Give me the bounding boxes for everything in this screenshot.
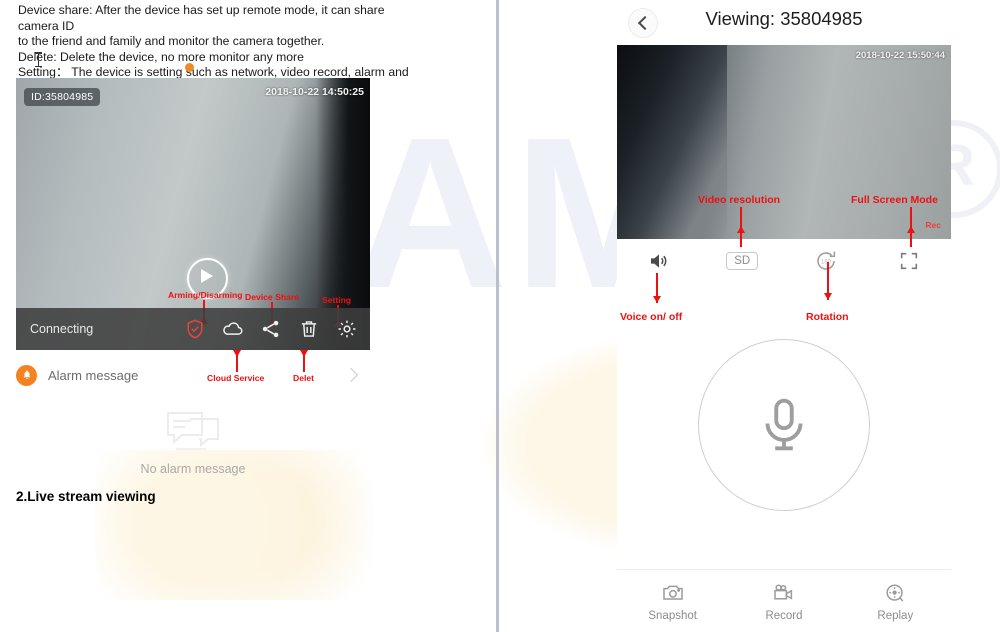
annotation-video-resolution: Video resolution [698,194,781,206]
replay-button[interactable]: Replay [840,581,951,622]
gear-icon[interactable] [336,318,358,340]
replay-label: Replay [877,609,914,622]
bottom-action-bar: Snapshot Record Replay [617,569,951,632]
replay-icon [886,583,904,602]
rotate-icon: 180 [817,251,835,270]
intro-line-3: Delete: Delete the device, no more monit… [18,49,304,64]
annotation-arming-disarming: Arming/Disarming [168,290,243,300]
annotation-voice-on-off: Voice on/ off [620,311,683,323]
left-video-toolbar [184,318,358,340]
cloud-icon[interactable] [222,318,244,340]
intro-line-2: to the friend and family and monitor the… [18,34,325,49]
camera-id-chip: ID:35804985 [24,88,101,106]
video-dark-streak [617,45,727,239]
intro-line-1: Device share: After the device has set u… [18,3,385,33]
text-cursor-icon [35,52,42,67]
fullscreen-icon [901,252,918,270]
camera-icon [662,585,683,600]
fullscreen-button[interactable] [868,250,952,272]
page-indicator-dot [185,63,194,72]
sd-badge: SD [726,252,759,270]
trash-icon[interactable] [298,318,320,340]
voice-toggle-button[interactable] [617,249,701,273]
annotation-device-share: Device Share [245,292,299,302]
panel-divider [496,0,499,632]
share-icon[interactable] [260,318,282,340]
live-video-timestamp: 2018-10-22 15:50:44 [855,50,945,61]
annotation-full-screen-mode: Full Screen Mode [851,194,938,206]
section-caption: 2.Live stream viewing [16,489,156,504]
connection-status: Connecting [30,322,94,336]
resolution-button[interactable]: SD [701,252,785,270]
bell-icon [16,364,37,386]
phone-header: Viewing: 35804985 [617,0,951,44]
left-video-timestamp: 2018-10-22 14:50:25 [265,86,364,98]
video-controls-row: SD 180 [617,239,951,283]
record-label: Record [765,609,803,622]
empty-state-text: No alarm message [140,461,246,476]
page-title: Viewing: 35804985 [705,8,863,29]
microphone-icon [765,398,803,451]
alarm-empty-state: No alarm message [16,395,370,485]
rotation-button[interactable]: 180 [784,248,868,274]
push-to-talk-button[interactable] [698,339,870,511]
video-camera-icon [774,583,793,600]
left-video-status-bar: Connecting [16,308,370,350]
rec-badge: Rec [925,220,941,230]
record-button[interactable]: Record [728,581,839,622]
chat-bubble-icon [167,411,219,450]
alarm-message-label: Alarm message [48,367,139,383]
annotation-setting: Setting [322,295,352,305]
live-video-view[interactable]: 2018-10-22 15:50:44 Rec [617,45,951,239]
left-video-preview[interactable]: ID:35804985 2018-10-22 14:50:25 Connecti… [16,78,370,350]
snapshot-button[interactable]: Snapshot [617,581,728,622]
speaker-icon [650,254,667,268]
shield-icon[interactable] [184,318,206,340]
annotation-rotation: Rotation [806,311,849,323]
push-to-talk-area [617,320,951,530]
alarm-message-row[interactable]: Alarm message [16,358,370,392]
snapshot-label: Snapshot [648,609,697,622]
chevron-right-icon[interactable] [343,367,359,383]
